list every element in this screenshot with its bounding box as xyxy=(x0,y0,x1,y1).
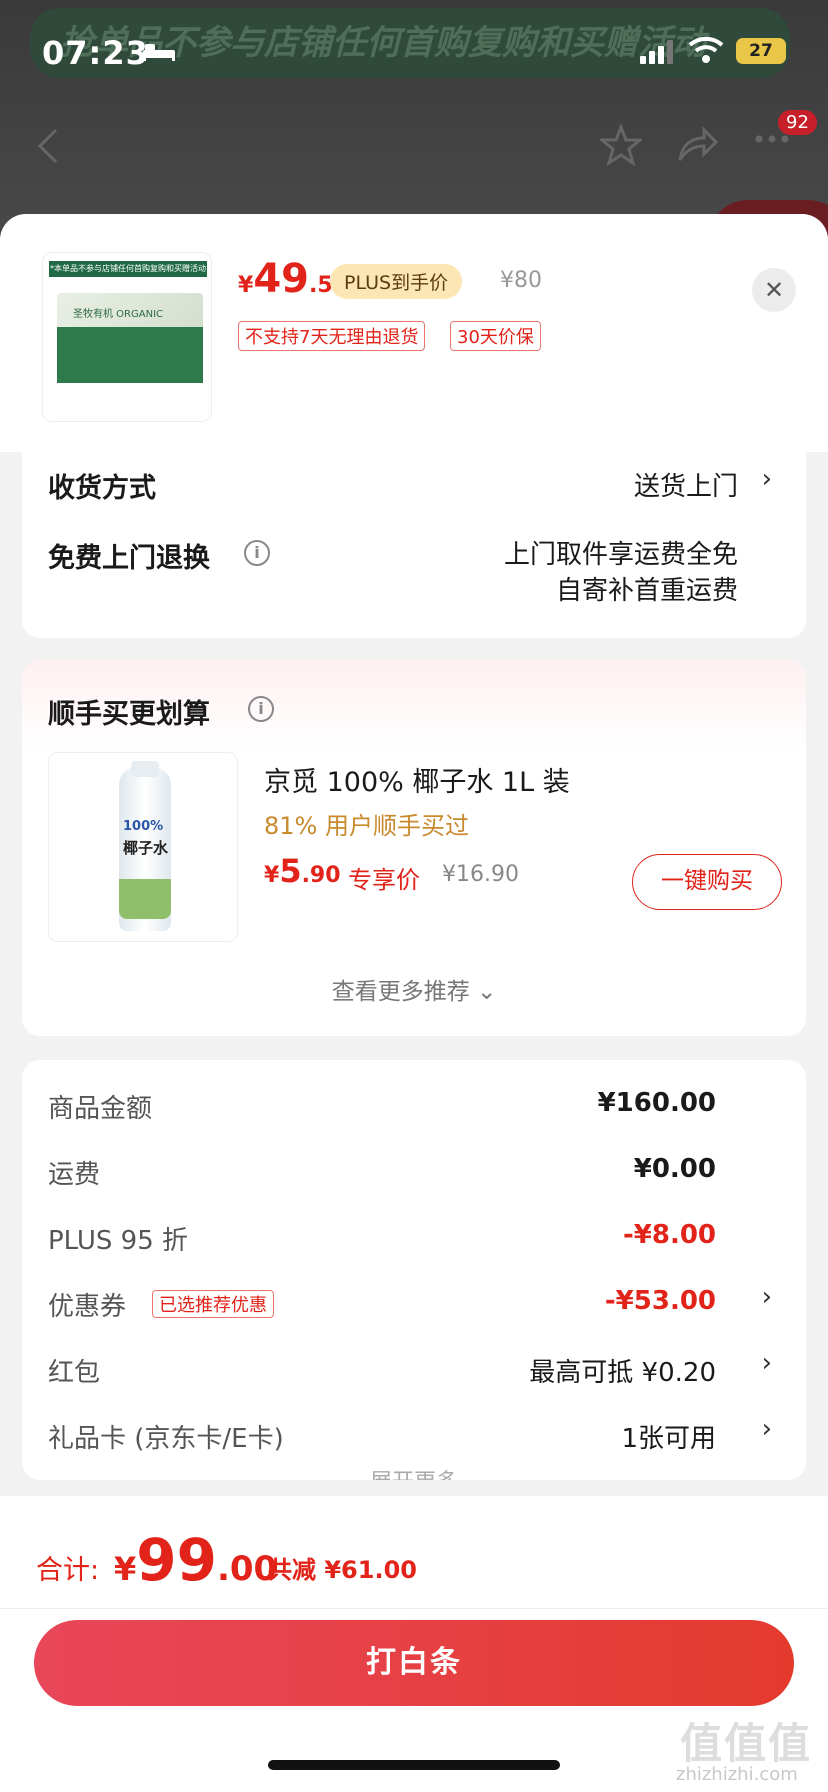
home-indicator[interactable] xyxy=(268,1760,560,1770)
one-click-buy-button[interactable]: 一键购买 xyxy=(632,854,782,910)
coupon-selected-tag: 已选推荐优惠 xyxy=(152,1290,274,1318)
price-protect-tag: 30天价保 xyxy=(450,321,541,351)
bottle-text-name: 椰子水 xyxy=(123,839,169,857)
chevron-right-icon[interactable]: › xyxy=(762,1414,772,1444)
addon-title: 顺手买更划算 xyxy=(48,699,210,730)
fee-value-subtotal: ¥160.00 xyxy=(597,1088,716,1118)
battery-indicator: 27 xyxy=(736,38,786,64)
addon-price-symbol: ¥ xyxy=(264,863,280,888)
info-icon[interactable]: i xyxy=(244,540,270,566)
favorite-star-icon[interactable] xyxy=(600,124,642,166)
product-header: *本单品不参与店铺任何首购复购和买赠活动 圣牧有机 ORGANIC ¥49.5 … xyxy=(0,214,828,452)
addon-card: 顺手买更划算 i 100% 椰子水 京觅 100% 椰子水 1L 装 81% 用… xyxy=(22,660,806,1036)
fee-value-shipping: ¥0.00 xyxy=(633,1154,716,1184)
status-time: 07:23 xyxy=(42,34,149,72)
background-nav-bar: 92 xyxy=(0,110,828,180)
share-icon[interactable] xyxy=(676,126,718,164)
return-value-line1: 上门取件享运费全免 xyxy=(503,540,738,570)
fee-breakdown-card: 商品金额 ¥160.00 运费 ¥0.00 PLUS 95 折 -¥8.00 优… xyxy=(22,1060,806,1480)
fee-label-subtotal: 商品金额 xyxy=(48,1094,153,1124)
fee-value-red-packet[interactable]: 最高可抵 ¥0.20 xyxy=(529,1352,716,1389)
price-symbol: ¥ xyxy=(238,273,254,298)
return-value-line2: 自寄补首重运费 xyxy=(555,576,738,606)
back-icon[interactable] xyxy=(36,126,60,166)
price-integer: 49 xyxy=(253,256,309,302)
fee-value-gift-card[interactable]: 1张可用 xyxy=(621,1418,716,1455)
total-price-integer: 99 xyxy=(136,1526,217,1594)
total-saving: 共减 ¥61.00 xyxy=(268,1556,417,1584)
sleep-focus-icon xyxy=(143,44,175,61)
original-price: ¥80 xyxy=(500,268,542,293)
addon-price-integer: 5 xyxy=(279,852,302,890)
delivery-method-value[interactable]: 送货上门 xyxy=(634,466,738,503)
fee-value-coupon[interactable]: -¥53.00 xyxy=(605,1286,716,1316)
checkout-bar: 合计: ¥99.00 共减 ¥61.00 打白条 值值值 zhizhizhi.c… xyxy=(0,1496,828,1792)
watermark-url: zhizhizhi.com xyxy=(676,1764,798,1785)
delivery-card: 收货方式 送货上门 › 免费上门退换 i 上门取件享运费全免 自寄补首重运费 xyxy=(22,452,806,638)
fee-label-shipping: 运费 xyxy=(48,1160,101,1190)
plus-price-tag: PLUS到手价 xyxy=(330,264,463,299)
close-button[interactable]: ✕ xyxy=(752,268,796,312)
watermark-logo: 值值值 xyxy=(680,1719,813,1768)
delivery-method-label: 收货方式 xyxy=(48,473,156,504)
addon-exclusive-label: 专享价 xyxy=(348,866,420,894)
wifi-icon xyxy=(688,36,724,63)
price-decimal: .5 xyxy=(308,273,333,298)
no-return-tag: 不支持7天无理由退货 xyxy=(238,321,426,351)
fee-label-red-packet[interactable]: 红包 xyxy=(48,1352,100,1389)
addon-item-name[interactable]: 京觅 100% 椰子水 1L 装 xyxy=(264,760,570,799)
addon-original-price: ¥16.90 xyxy=(442,862,519,887)
chevron-right-icon[interactable]: › xyxy=(762,1282,772,1312)
total-price-symbol: ¥ xyxy=(114,1550,137,1588)
fee-value-plus-discount: -¥8.00 xyxy=(622,1220,716,1250)
status-bar: 07:23 27 xyxy=(0,0,828,100)
addon-thumbnail[interactable]: 100% 椰子水 xyxy=(48,752,238,942)
chevron-right-icon[interactable]: › xyxy=(762,1348,772,1378)
bottle-cap xyxy=(131,761,159,777)
divider xyxy=(0,1608,828,1609)
product-price: ¥49.5 xyxy=(238,256,333,302)
total-price: ¥99.00 xyxy=(114,1526,277,1594)
fee-label-plus-discount: PLUS 95 折 xyxy=(48,1226,189,1256)
fee-label-coupon[interactable]: 优惠券 xyxy=(48,1286,126,1323)
cellular-signal-icon xyxy=(640,40,673,64)
bottle-label-art xyxy=(119,879,171,919)
product-thumbnail: *本单品不参与店铺任何首购复购和买赠活动 圣牧有机 ORGANIC xyxy=(42,252,212,422)
expand-more-link[interactable]: 展开更多 xyxy=(22,1464,806,1480)
thumbnail-banner: *本单品不参与店铺任何首购复购和买赠活动 xyxy=(49,261,207,277)
bottle-text-percent: 100% xyxy=(123,819,164,834)
fee-label-gift-card[interactable]: 礼品卡 (京东卡/E卡) xyxy=(48,1418,284,1455)
addon-price: ¥5.90 xyxy=(264,852,341,890)
total-label: 合计: xyxy=(36,1555,100,1586)
free-return-label: 免费上门退换 xyxy=(48,543,210,574)
more-icon[interactable] xyxy=(754,134,790,144)
addon-price-decimal: .90 xyxy=(301,863,341,888)
pay-button[interactable]: 打白条 xyxy=(34,1620,794,1706)
info-icon[interactable]: i xyxy=(248,696,274,722)
chevron-right-icon[interactable]: › xyxy=(762,464,772,494)
thumbnail-brand: 圣牧有机 ORGANIC xyxy=(73,309,163,320)
message-count-badge: 92 xyxy=(778,110,817,135)
product-box-front xyxy=(57,327,203,383)
more-recommendations-link[interactable]: 查看更多推荐 ⌄ xyxy=(22,972,806,1006)
addon-item-sub: 81% 用户顺手买过 xyxy=(264,812,469,840)
